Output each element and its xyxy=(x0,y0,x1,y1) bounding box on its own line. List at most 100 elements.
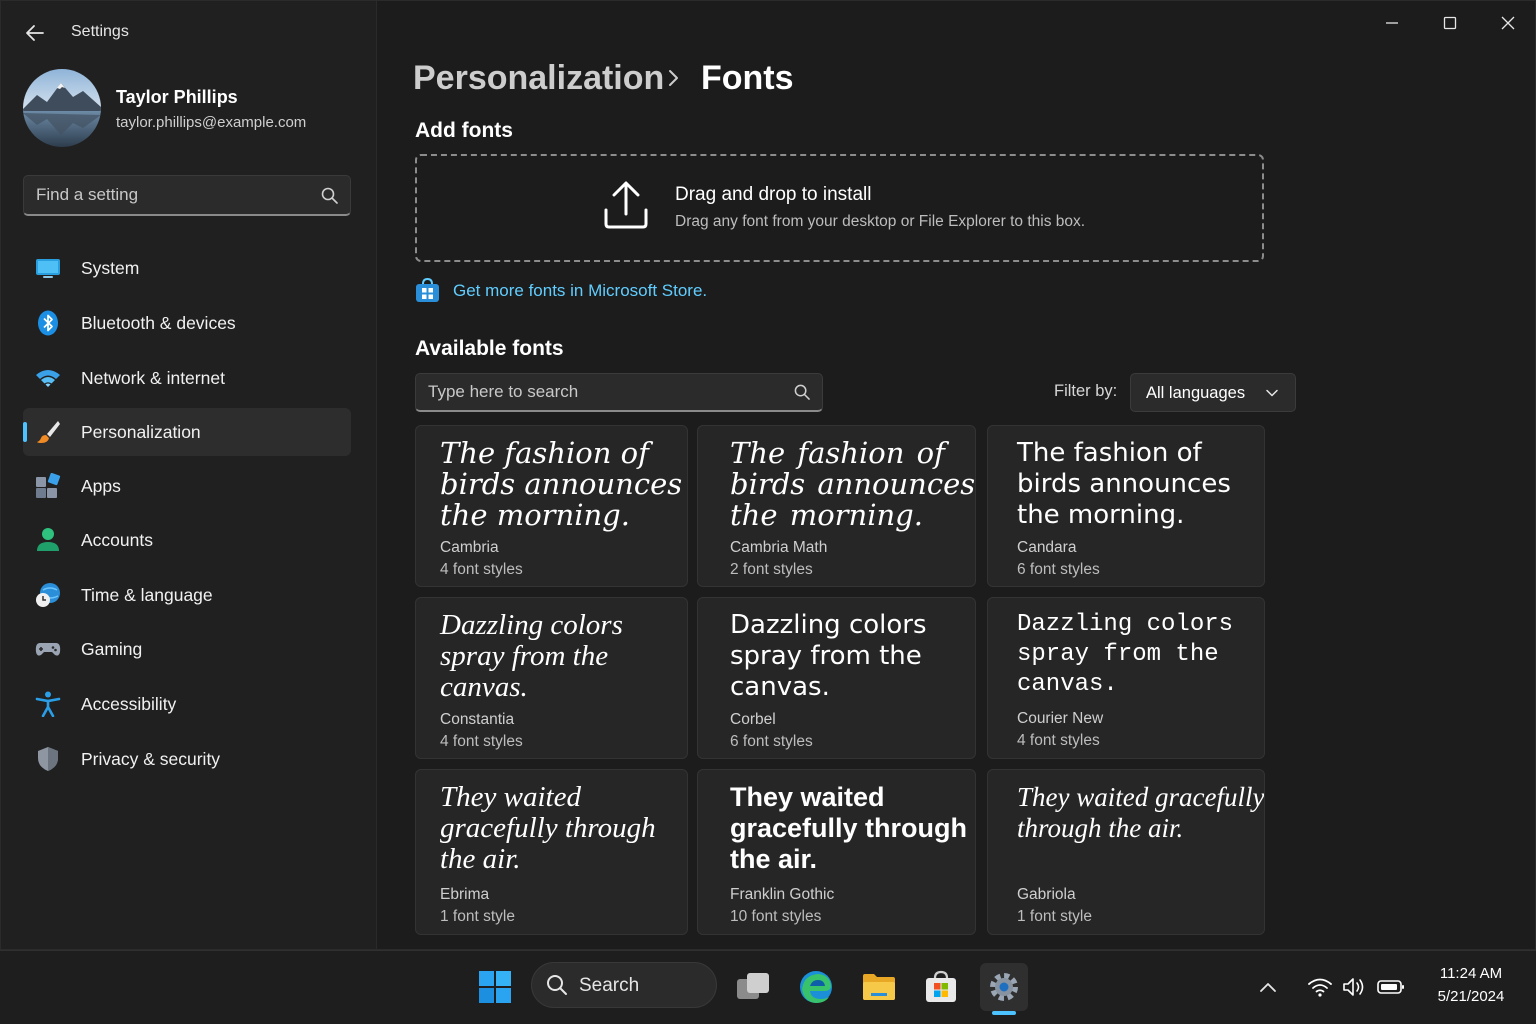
sidebar-item-gaming[interactable]: Gaming xyxy=(23,625,351,673)
font-sample-text: The fashion of birds announces the morni… xyxy=(440,436,683,532)
font-card-cambria[interactable]: The fashion of birds announces the morni… xyxy=(415,425,688,587)
quick-settings-button[interactable] xyxy=(1300,963,1412,1011)
sidebar: Settings Taylor Phillips taylor.phillips… xyxy=(1,1,377,949)
shield-icon xyxy=(38,747,58,771)
microsoft-store-link[interactable]: Get more fonts in Microsoft Store. xyxy=(415,278,707,303)
edge-button[interactable] xyxy=(792,963,840,1011)
back-button[interactable] xyxy=(21,19,49,47)
sidebar-item-bluetooth[interactable]: Bluetooth & devices xyxy=(23,299,351,347)
sidebar-item-label: Network & internet xyxy=(81,368,225,388)
font-card-corbel[interactable]: Dazzling colors spray from the canvas. C… xyxy=(697,597,976,759)
settings-window: Settings Taylor Phillips taylor.phillips… xyxy=(0,0,1536,950)
find-setting-box[interactable] xyxy=(23,175,351,216)
close-icon xyxy=(1501,16,1515,30)
font-drop-zone[interactable]: Drag and drop to install Drag any font f… xyxy=(415,154,1264,262)
chevron-down-icon xyxy=(1266,389,1278,397)
font-style-count: 1 font style xyxy=(1017,908,1092,925)
breadcrumb-parent[interactable]: Personalization xyxy=(413,59,664,98)
sidebar-item-personalization[interactable]: Personalization xyxy=(23,408,351,456)
sidebar-item-apps[interactable]: Apps xyxy=(23,462,351,510)
sidebar-item-accounts[interactable]: Accounts xyxy=(23,516,351,564)
paintbrush-icon xyxy=(37,421,60,443)
clock-date: 5/21/2024 xyxy=(1437,988,1505,1005)
edge-icon xyxy=(800,971,832,1003)
volume-icon xyxy=(1343,978,1364,996)
close-button[interactable] xyxy=(1479,1,1535,45)
font-card-ebrima[interactable]: They waited gracefully through the air. … xyxy=(415,769,688,935)
clock-globe-icon xyxy=(36,583,60,607)
font-sample-text: The fashion of birds announces the morni… xyxy=(1017,438,1231,530)
minimize-button[interactable] xyxy=(1363,1,1421,45)
sidebar-item-label: Apps xyxy=(81,476,121,496)
upload-icon xyxy=(604,181,648,229)
font-card-courier-new[interactable]: Dazzling colors spray from the canvas. C… xyxy=(987,597,1265,759)
sidebar-item-network[interactable]: Network & internet xyxy=(23,354,351,402)
font-style-count: 6 font styles xyxy=(730,733,813,750)
font-card-cambria-math[interactable]: The fashion of birds announces the morni… xyxy=(697,425,976,587)
start-button[interactable] xyxy=(471,963,519,1011)
font-sample-text: Dazzling colors spray from the canvas. xyxy=(440,609,623,703)
maximize-button[interactable] xyxy=(1421,1,1479,45)
settings-taskbar-button[interactable] xyxy=(980,963,1028,1015)
store-link-text[interactable]: Get more fonts in Microsoft Store. xyxy=(453,281,707,301)
available-fonts-heading: Available fonts xyxy=(415,337,564,360)
font-search-box[interactable] xyxy=(415,373,823,412)
windows-logo-icon xyxy=(479,971,511,1003)
font-sample-text: Dazzling colors spray from the canvas. xyxy=(1017,611,1234,698)
font-sample-text: Dazzling colors spray from the canvas. xyxy=(730,610,927,702)
chevron-up-icon xyxy=(1260,983,1276,992)
taskbar-search[interactable]: Search xyxy=(531,962,717,1008)
monitor-icon xyxy=(36,259,60,278)
search-icon xyxy=(547,975,567,995)
user-name: Taylor Phillips xyxy=(116,87,238,107)
sidebar-item-label: Accessibility xyxy=(81,694,177,714)
avatar[interactable] xyxy=(23,69,101,147)
app-title: Settings xyxy=(71,23,129,40)
chevron-right-icon xyxy=(669,70,678,86)
user-email: taylor.phillips@example.com xyxy=(116,114,307,131)
maximize-icon xyxy=(1443,16,1457,30)
sidebar-item-label: Privacy & security xyxy=(81,749,221,769)
active-indicator xyxy=(23,422,27,442)
folder-icon xyxy=(863,974,895,1000)
person-icon xyxy=(37,528,59,551)
font-sample-text: They waited gracefully through the air. xyxy=(730,782,968,874)
taskbar: Search 11:24 AM 5/21/2024 xyxy=(0,950,1536,1024)
font-name: Courier New xyxy=(1017,710,1104,727)
sidebar-item-system[interactable]: System xyxy=(23,244,351,292)
sidebar-item-label: Bluetooth & devices xyxy=(81,313,236,333)
font-name: Constantia xyxy=(440,711,515,728)
gear-icon xyxy=(990,973,1018,1001)
file-explorer-button[interactable] xyxy=(855,963,903,1011)
font-sample-text: They waited gracefully through the air. xyxy=(440,781,656,875)
task-view-button[interactable] xyxy=(729,963,777,1011)
language-filter-dropdown[interactable]: All languages xyxy=(1130,373,1296,412)
wifi-icon xyxy=(36,370,60,387)
show-hidden-icons-button[interactable] xyxy=(1246,963,1290,1011)
search-icon xyxy=(321,187,338,204)
sidebar-item-time-language[interactable]: Time & language xyxy=(23,571,351,619)
font-search-input[interactable] xyxy=(428,374,778,410)
bluetooth-icon xyxy=(38,310,58,336)
find-setting-input[interactable] xyxy=(36,176,306,214)
font-card-constantia[interactable]: Dazzling colors spray from the canvas. C… xyxy=(415,597,688,759)
page-title: Fonts xyxy=(701,59,794,97)
microsoft-store-button[interactable] xyxy=(917,963,965,1011)
main-content: Personalization Fonts Add fonts Drag and… xyxy=(377,1,1535,949)
font-name: Candara xyxy=(1017,539,1077,556)
font-card-gabriola[interactable]: They waited gracefully through the air. … xyxy=(987,769,1265,935)
taskbar-search-label: Search xyxy=(579,975,640,996)
filter-label: Filter by: xyxy=(1054,382,1118,400)
apps-icon xyxy=(36,473,61,498)
sidebar-item-accessibility[interactable]: Accessibility xyxy=(23,680,351,728)
font-card-franklin-gothic[interactable]: They waited gracefully through the air. … xyxy=(697,769,976,935)
battery-icon xyxy=(1377,980,1404,994)
sidebar-item-label: Gaming xyxy=(81,639,143,659)
wifi-icon xyxy=(1308,978,1332,997)
gamepad-icon xyxy=(35,643,61,656)
font-card-candara[interactable]: The fashion of birds announces the morni… xyxy=(987,425,1265,587)
sidebar-item-label: Personalization xyxy=(81,422,201,442)
store-bag-icon xyxy=(416,278,439,302)
sidebar-item-privacy[interactable]: Privacy & security xyxy=(23,735,351,783)
font-sample-text: They waited gracefully through the air. xyxy=(1017,782,1265,843)
